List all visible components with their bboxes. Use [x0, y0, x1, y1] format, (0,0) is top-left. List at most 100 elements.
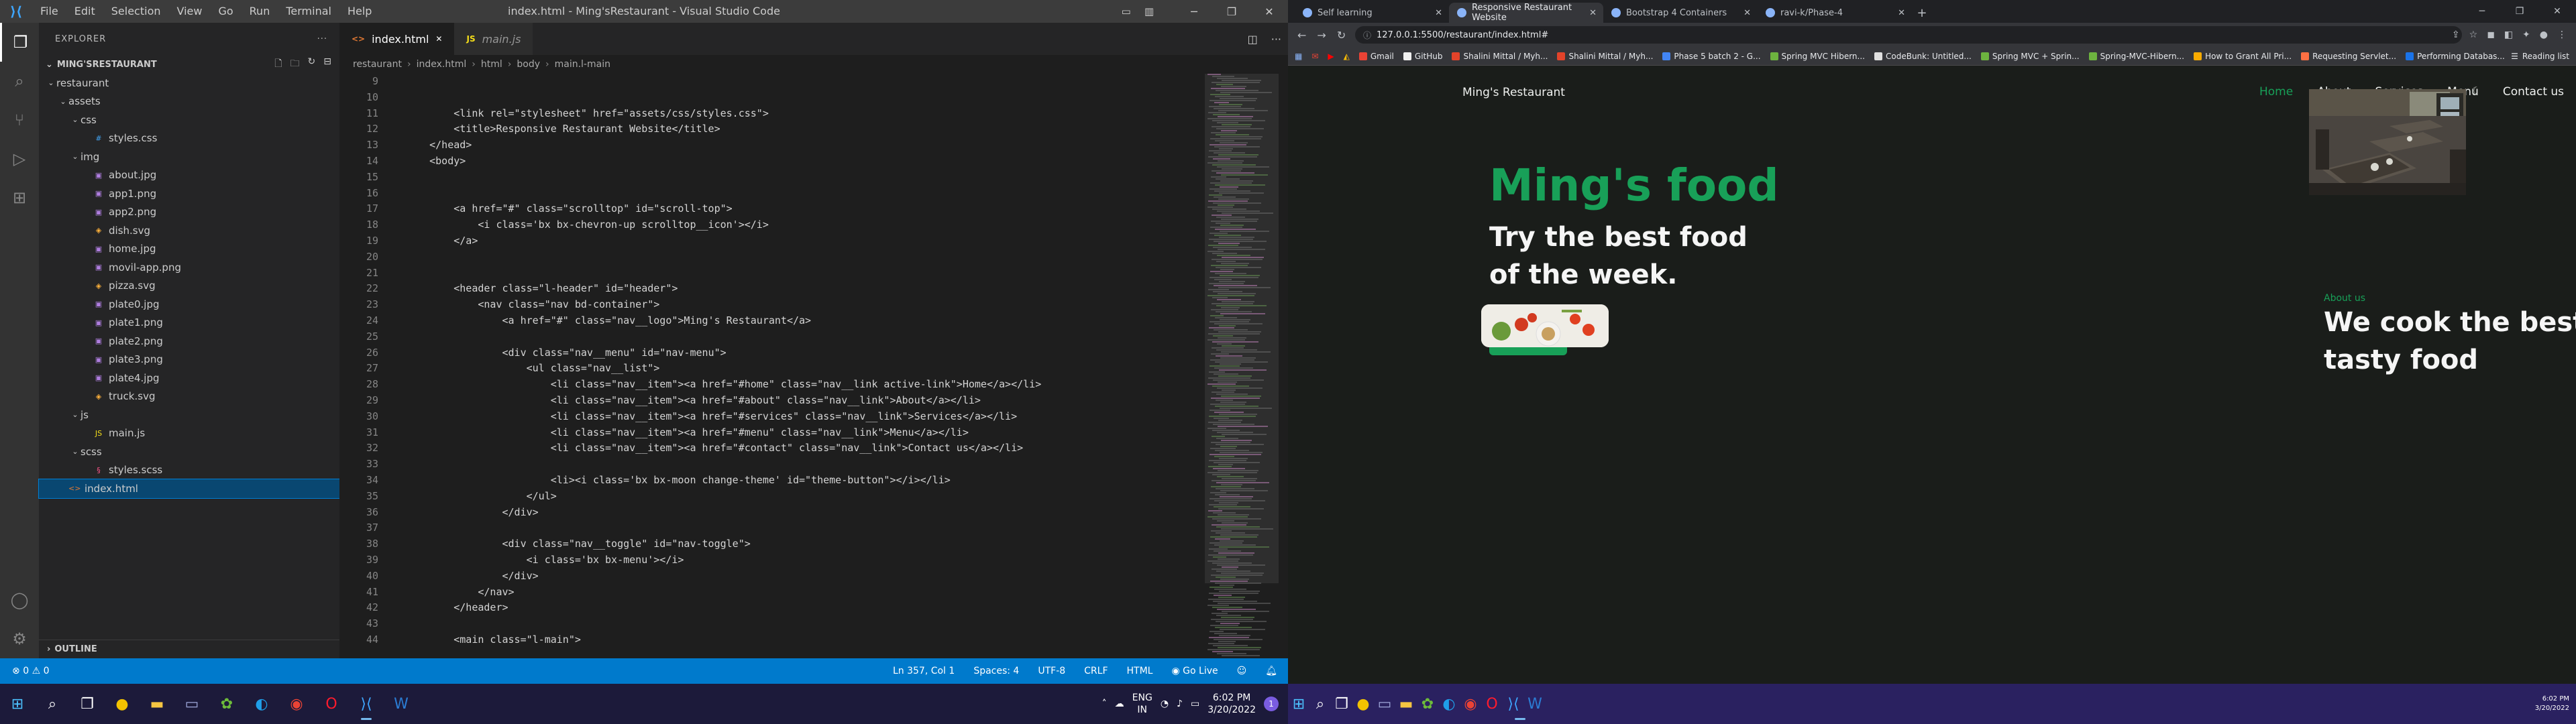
breadcrumb-item[interactable]: restaurant	[353, 59, 402, 70]
toggle-panel-icon[interactable]: ▭	[1122, 5, 1131, 17]
folder-item[interactable]: ⌄ js	[39, 406, 339, 424]
taskbar-search-icon[interactable]: ⌕	[35, 686, 70, 721]
windows-start-icon[interactable]: ⊞	[1288, 686, 1309, 721]
new-tab-button[interactable]: +	[1912, 3, 1932, 23]
cursor-position[interactable]: Ln 357, Col 1	[893, 666, 955, 676]
breadcrumb-item[interactable]: body	[517, 59, 540, 70]
file-item[interactable]: ▣ about.jpg	[39, 166, 339, 185]
bookmark-star-icon[interactable]: ☆	[2469, 29, 2478, 40]
file-item[interactable]: § styles.scss	[39, 461, 339, 480]
theme-toggle-moon-icon[interactable]: ☾	[2471, 84, 2481, 97]
back-icon[interactable]: ←	[1297, 29, 1306, 42]
word-icon[interactable]: W	[1524, 686, 1546, 721]
tab-main-js[interactable]: JS main.js	[454, 23, 533, 55]
clock[interactable]: 6:02 PM 3/20/2022	[2535, 684, 2576, 724]
widgets-icon[interactable]: ●	[1352, 686, 1374, 721]
app-icon[interactable]: ✿	[209, 686, 244, 721]
extensions-puzzle-icon[interactable]: ✦	[2522, 29, 2530, 40]
clock[interactable]: 6:02 PM 3/20/2022	[1208, 692, 1256, 716]
breadcrumb-item[interactable]: main.l-main	[555, 59, 610, 70]
file-item[interactable]: JS main.js	[39, 424, 339, 443]
bookmark-item[interactable]: Spring MVC Hibern...	[1770, 52, 1865, 61]
new-file-icon[interactable]: 🗋	[274, 56, 282, 72]
extension-icon[interactable]: ◼	[2487, 29, 2495, 40]
file-item[interactable]: ▣ plate0.jpg	[39, 295, 339, 314]
vscode-taskbar-icon[interactable]: ⟩⟨	[1503, 686, 1525, 721]
split-editor-icon[interactable]: ◫	[1248, 33, 1258, 46]
file-item[interactable]: ▣ home.jpg	[39, 240, 339, 259]
file-item[interactable]: ▣ movil-app.png	[39, 258, 339, 277]
apps-icon[interactable]: ▦	[1295, 52, 1302, 61]
browser-tab[interactable]: Responsive Restaurant Website ✕	[1449, 3, 1603, 23]
chevron-down-icon[interactable]: ⌄	[46, 60, 53, 70]
chrome-icon[interactable]: ◉	[279, 686, 314, 721]
file-item[interactable]: ▣ plate3.png	[39, 351, 339, 369]
folder-item[interactable]: ⌄ scss	[39, 442, 339, 461]
opera-icon[interactable]: O	[314, 686, 349, 721]
customize-layout-icon[interactable]: ▥	[1144, 5, 1154, 17]
folder-item[interactable]: ⌄ assets	[39, 93, 339, 111]
problems-indicator[interactable]: ⊗ 0 ⚠ 0	[12, 666, 50, 676]
bookmark-item[interactable]: Requesting Servlet...	[2301, 52, 2396, 61]
bookmark-item[interactable]: Performing Databas...	[2406, 52, 2505, 61]
task-view-icon[interactable]: ❐	[1331, 686, 1352, 721]
bookmark-item[interactable]: Spring MVC + Sprin...	[1980, 52, 2080, 61]
cloud-icon[interactable]: ☁	[1115, 699, 1124, 709]
minimize-button[interactable]: ─	[1175, 0, 1213, 23]
bookmark-item[interactable]: Phase 5 batch 2 - G...	[1662, 52, 1761, 61]
browser-minimize-button[interactable]: ─	[2463, 0, 2501, 23]
file-item[interactable]: ▣ plate4.jpg	[39, 369, 339, 387]
browser-tab[interactable]: Bootstrap 4 Containers ✕	[1603, 3, 1758, 23]
file-item[interactable]: ◈ truck.svg	[39, 387, 339, 406]
menu-selection[interactable]: Selection	[103, 0, 169, 23]
app-icon[interactable]: ▭	[1374, 686, 1395, 721]
close-icon[interactable]: ✕	[1898, 8, 1905, 18]
feedback-icon[interactable]: ☺	[1237, 666, 1247, 676]
widgets-icon[interactable]: ●	[105, 686, 140, 721]
indentation[interactable]: Spaces: 4	[973, 666, 1019, 676]
drive-icon[interactable]: ◭	[1344, 52, 1350, 61]
file-explorer-icon[interactable]: ▬	[140, 686, 174, 721]
task-view-icon[interactable]: ❐	[70, 686, 105, 721]
notification-badge[interactable]: 1	[1264, 697, 1279, 711]
menu-terminal[interactable]: Terminal	[278, 0, 339, 23]
account-icon[interactable]: ◯	[0, 581, 39, 619]
go-live-button[interactable]: ◉ Go Live	[1171, 666, 1218, 676]
gmail-icon[interactable]: ✉	[1311, 52, 1318, 61]
bookmark-item[interactable]: Gmail	[1358, 52, 1394, 61]
folder-item[interactable]: ⌄ css	[39, 111, 339, 129]
outline-section[interactable]: › OUTLINE	[39, 640, 339, 658]
explorer-icon[interactable]: ❐	[0, 23, 39, 62]
extension-icon[interactable]: ◧	[2504, 29, 2513, 40]
info-icon[interactable]: ⓘ	[1363, 29, 1371, 41]
browser-close-button[interactable]: ✕	[2538, 0, 2576, 23]
close-icon[interactable]: ✕	[435, 34, 442, 44]
app-icon[interactable]: ✿	[1417, 686, 1438, 721]
source-control-icon[interactable]: ⑂	[0, 101, 39, 139]
wifi-icon[interactable]: ◔	[1161, 699, 1169, 709]
extensions-icon[interactable]: ⊞	[0, 178, 39, 217]
file-item[interactable]: ▣ plate1.png	[39, 314, 339, 333]
bookmark-item[interactable]: Shalini Mittal / Myh...	[1557, 52, 1653, 61]
share-icon[interactable]: ⇪	[2452, 29, 2460, 40]
nav-link-contact-us[interactable]: Contact us	[2503, 85, 2564, 99]
browser-tab[interactable]: Self learning ✕	[1295, 3, 1449, 23]
more-actions-icon[interactable]: ···	[317, 34, 327, 44]
minimap[interactable]	[1205, 74, 1279, 658]
menu-run[interactable]: Run	[241, 0, 278, 23]
close-icon[interactable]: ✕	[1589, 8, 1597, 18]
settings-gear-icon[interactable]: ⚙	[0, 619, 39, 658]
collapse-all-icon[interactable]: ⊟	[323, 56, 331, 72]
bookmark-item[interactable]: How to Grant All Pri...	[2194, 52, 2292, 61]
code-editor[interactable]: 9 10 11 <link rel="stylesheet" href="asset…	[339, 74, 1205, 658]
bookmark-item[interactable]: CodeBunk: Untitled...	[1874, 52, 1972, 61]
folder-item[interactable]: ⌄ restaurant	[39, 74, 339, 93]
vscode-taskbar-icon[interactable]: ⟩⟨	[349, 686, 384, 721]
windows-start-icon[interactable]: ⊞	[0, 686, 35, 721]
run-debug-icon[interactable]: ▷	[0, 139, 39, 178]
file-item[interactable]: # styles.css	[39, 129, 339, 148]
new-folder-icon[interactable]: 🗀	[290, 56, 300, 72]
browser-tab[interactable]: ravi-k/Phase-4 ✕	[1758, 3, 1912, 23]
profile-avatar[interactable]: ●	[2540, 29, 2548, 40]
browser-menu-icon[interactable]: ⋮	[2557, 29, 2567, 40]
